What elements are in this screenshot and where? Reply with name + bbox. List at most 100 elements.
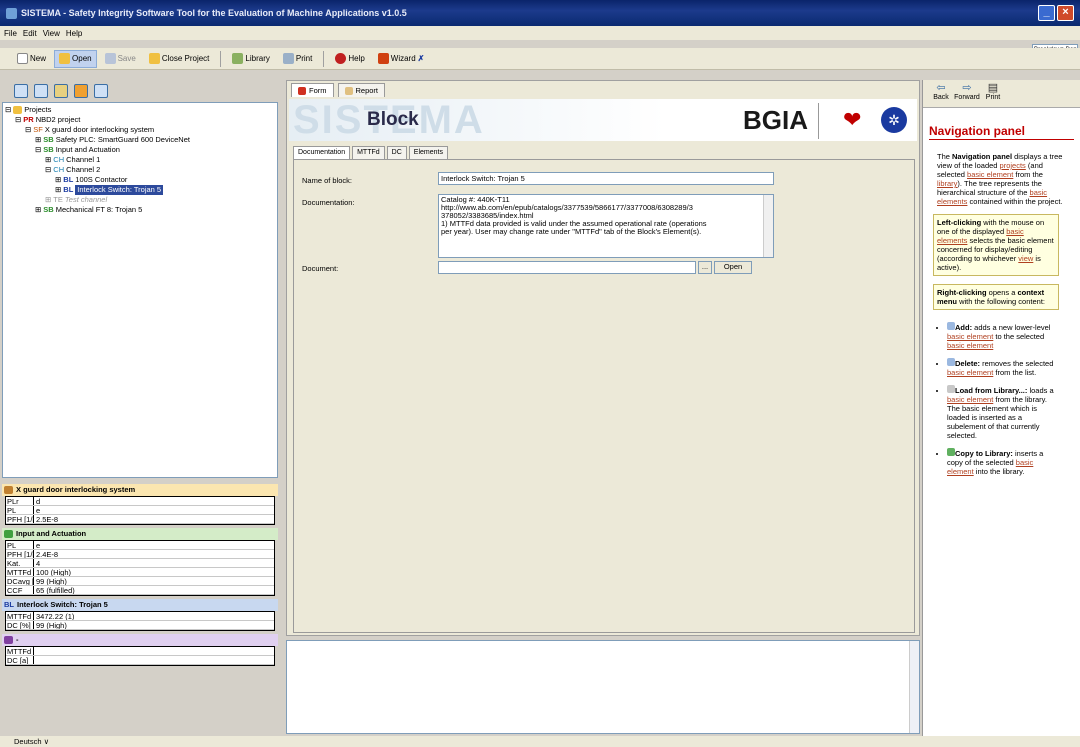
document-label: Document: bbox=[302, 264, 339, 273]
list-item: Load from Library...: loads a basic elem… bbox=[947, 385, 1057, 440]
save-button[interactable]: Save bbox=[100, 50, 141, 68]
tree-item-subsystem[interactable]: ⊟ SB Input and Actuation bbox=[3, 145, 277, 155]
tab-dc[interactable]: DC bbox=[386, 146, 407, 159]
tree-item-block[interactable]: ⊞ BL 100S Contactor bbox=[3, 175, 277, 185]
app-icon bbox=[6, 7, 17, 19]
table-row: Kat. 4 bbox=[6, 559, 274, 568]
expand-icon: ⊞ bbox=[55, 185, 62, 194]
document-input[interactable] bbox=[438, 261, 696, 274]
props-bl-header: BL Interlock Switch: Trojan 5 bbox=[2, 599, 278, 611]
new-button[interactable]: New bbox=[12, 50, 51, 68]
table-row: MTTFd [a] bbox=[6, 647, 274, 656]
minimize-button[interactable]: _ bbox=[1038, 5, 1055, 21]
close-window-button[interactable]: × bbox=[1057, 5, 1074, 21]
name-input[interactable]: Interlock Switch: Trojan 5 bbox=[438, 172, 774, 185]
help-left-click-box: Left-clicking with the mouse on one of t… bbox=[933, 214, 1059, 276]
list-item: Copy to Library: inserts a copy of the s… bbox=[947, 448, 1057, 476]
tree-toolbar bbox=[0, 80, 282, 102]
print-help-button[interactable]: ▤ Print bbox=[983, 82, 1003, 107]
tree-item-block-selected[interactable]: ⊞ BL Interlock Switch: Trojan 5 bbox=[3, 185, 277, 195]
subsystem-icon bbox=[4, 530, 13, 538]
save-icon bbox=[104, 53, 116, 64]
dguv-logo-icon: ✲ bbox=[881, 107, 907, 133]
close-project-icon bbox=[148, 53, 160, 64]
props-sb-table: PLe PFH [1/h]2.4E-8 Kat.4 MTTFd [a]100 (… bbox=[5, 540, 275, 596]
documentation-form: Name of block: Interlock Switch: Trojan … bbox=[293, 159, 915, 633]
copy-library-icon[interactable] bbox=[74, 84, 88, 98]
table-row: DC [%] 99 (High) bbox=[6, 621, 274, 630]
properties-panel: X guard door interlocking system PLr d PL… bbox=[2, 484, 278, 736]
documentation-scrollbar[interactable] bbox=[763, 195, 773, 257]
open-document-button[interactable]: Open bbox=[714, 261, 752, 274]
props-bl-table: MTTFd [a]3472.22 (1) DC [%]99 (High) bbox=[5, 611, 275, 631]
link-projects[interactable]: projects bbox=[1000, 161, 1026, 170]
list-item: Delete: removes the selected basic eleme… bbox=[947, 358, 1057, 377]
view-tabs: Form Report bbox=[291, 83, 386, 97]
collapse-icon: ⊟ bbox=[5, 105, 12, 114]
banner-title: Block bbox=[367, 109, 419, 130]
sistema-banner: SISTEMA Block BGIA ❤ ✲ bbox=[289, 99, 917, 141]
bgia-logo: BGIA bbox=[743, 103, 819, 139]
link-library[interactable]: library bbox=[937, 179, 957, 188]
browse-button[interactable]: ... bbox=[698, 261, 712, 274]
back-button[interactable]: ⇦ Back bbox=[931, 82, 951, 107]
close-project-button[interactable]: Close Project bbox=[144, 50, 215, 68]
documentation-textarea[interactable]: Catalog #: 440K-T11 http://www.ab.com/en… bbox=[438, 194, 774, 258]
help-toolbar: ⇦ Back ⇨ Forward ▤ Print bbox=[923, 80, 1080, 108]
props-sb-header: Input and Actuation bbox=[2, 528, 278, 540]
library-button[interactable]: Library bbox=[227, 50, 274, 68]
menu-file[interactable]: File bbox=[4, 29, 17, 38]
wizard-arrow-icon: ✗ bbox=[417, 54, 425, 63]
forward-button[interactable]: ⇨ Forward bbox=[954, 82, 980, 107]
menu-view[interactable]: View bbox=[43, 29, 60, 38]
block-tag: BL bbox=[4, 600, 14, 609]
wizard-icon bbox=[377, 53, 389, 64]
props-el-table: MTTFd [a] DC [a] bbox=[5, 646, 275, 666]
tree-item-safety-function[interactable]: ⊟ SF X guard door interlocking system bbox=[3, 125, 277, 135]
table-row: DCavg [%]99 (High) bbox=[6, 577, 274, 586]
safety-function-icon bbox=[4, 486, 13, 494]
load-library-icon[interactable] bbox=[54, 84, 68, 98]
name-label: Name of block: bbox=[302, 176, 353, 185]
menu-help[interactable]: Help bbox=[66, 29, 82, 38]
toolbar-separator bbox=[220, 50, 222, 67]
ifa-logo-icon: ❤ bbox=[843, 107, 862, 132]
view-icon[interactable] bbox=[94, 84, 108, 98]
tab-documentation[interactable]: Documentation bbox=[293, 146, 351, 159]
expand-icon: ⊞ bbox=[35, 135, 42, 144]
chevron-down-icon[interactable]: ∨ bbox=[44, 737, 50, 746]
tree-item-subsystem[interactable]: ⊞ SB Safety PLC: SmartGuard 600 DeviceNet bbox=[3, 135, 277, 145]
documentation-label: Documentation: bbox=[302, 198, 355, 207]
tab-elements[interactable]: Elements bbox=[408, 146, 448, 159]
help-icon bbox=[335, 53, 347, 64]
help-panel: ⇦ Back ⇨ Forward ▤ Print Navigation panel T… bbox=[922, 80, 1080, 736]
collapse-icon: ⊟ bbox=[45, 165, 52, 174]
tree-item-project[interactable]: ⊟ PR NBD2 project bbox=[3, 115, 277, 125]
tree-root[interactable]: ⊟ Projects bbox=[3, 105, 277, 115]
table-row: PFH [1/h]2.4E-8 bbox=[6, 550, 274, 559]
tab-mttfd[interactable]: MTTFd bbox=[352, 146, 385, 159]
table-row: PL e bbox=[6, 506, 274, 515]
table-row: CCF 65 (fulfilled) bbox=[6, 586, 274, 595]
title-bar: SISTEMA - Safety Integrity Software Tool… bbox=[0, 0, 1080, 26]
tree-item-channel[interactable]: ⊞ CH Channel 1 bbox=[3, 155, 277, 165]
print-button[interactable]: Print bbox=[278, 50, 317, 68]
messages-scrollbar[interactable] bbox=[909, 641, 919, 733]
tab-report[interactable]: Report bbox=[337, 83, 386, 97]
menu-edit[interactable]: Edit bbox=[23, 29, 37, 38]
tab-form[interactable]: Form bbox=[291, 83, 334, 97]
help-title: Navigation panel bbox=[929, 124, 1074, 140]
tree-item-subsystem[interactable]: ⊞ SB Mechanical FT 8: Trojan 5 bbox=[3, 205, 277, 215]
wizard-button[interactable]: Wizard ✗ bbox=[373, 50, 430, 68]
link-basic-element[interactable]: basic element bbox=[967, 170, 1013, 179]
link-view[interactable]: view bbox=[1018, 254, 1033, 263]
help-button[interactable]: Help bbox=[330, 50, 369, 68]
open-button[interactable]: Open bbox=[54, 49, 97, 68]
delete-element-icon[interactable] bbox=[34, 84, 48, 98]
menu-bar: File Edit View Help bbox=[0, 26, 1080, 40]
tree-item-channel[interactable]: ⊟ CH Channel 2 bbox=[3, 165, 277, 175]
add-element-icon[interactable] bbox=[14, 84, 28, 98]
tree-item-test-channel[interactable]: ⊞ TE Test channel bbox=[3, 195, 277, 205]
table-row: MTTFd [a]100 (High) bbox=[6, 568, 274, 577]
context-menu-list: Add: adds a new lower-level basic elemen… bbox=[947, 322, 1057, 476]
